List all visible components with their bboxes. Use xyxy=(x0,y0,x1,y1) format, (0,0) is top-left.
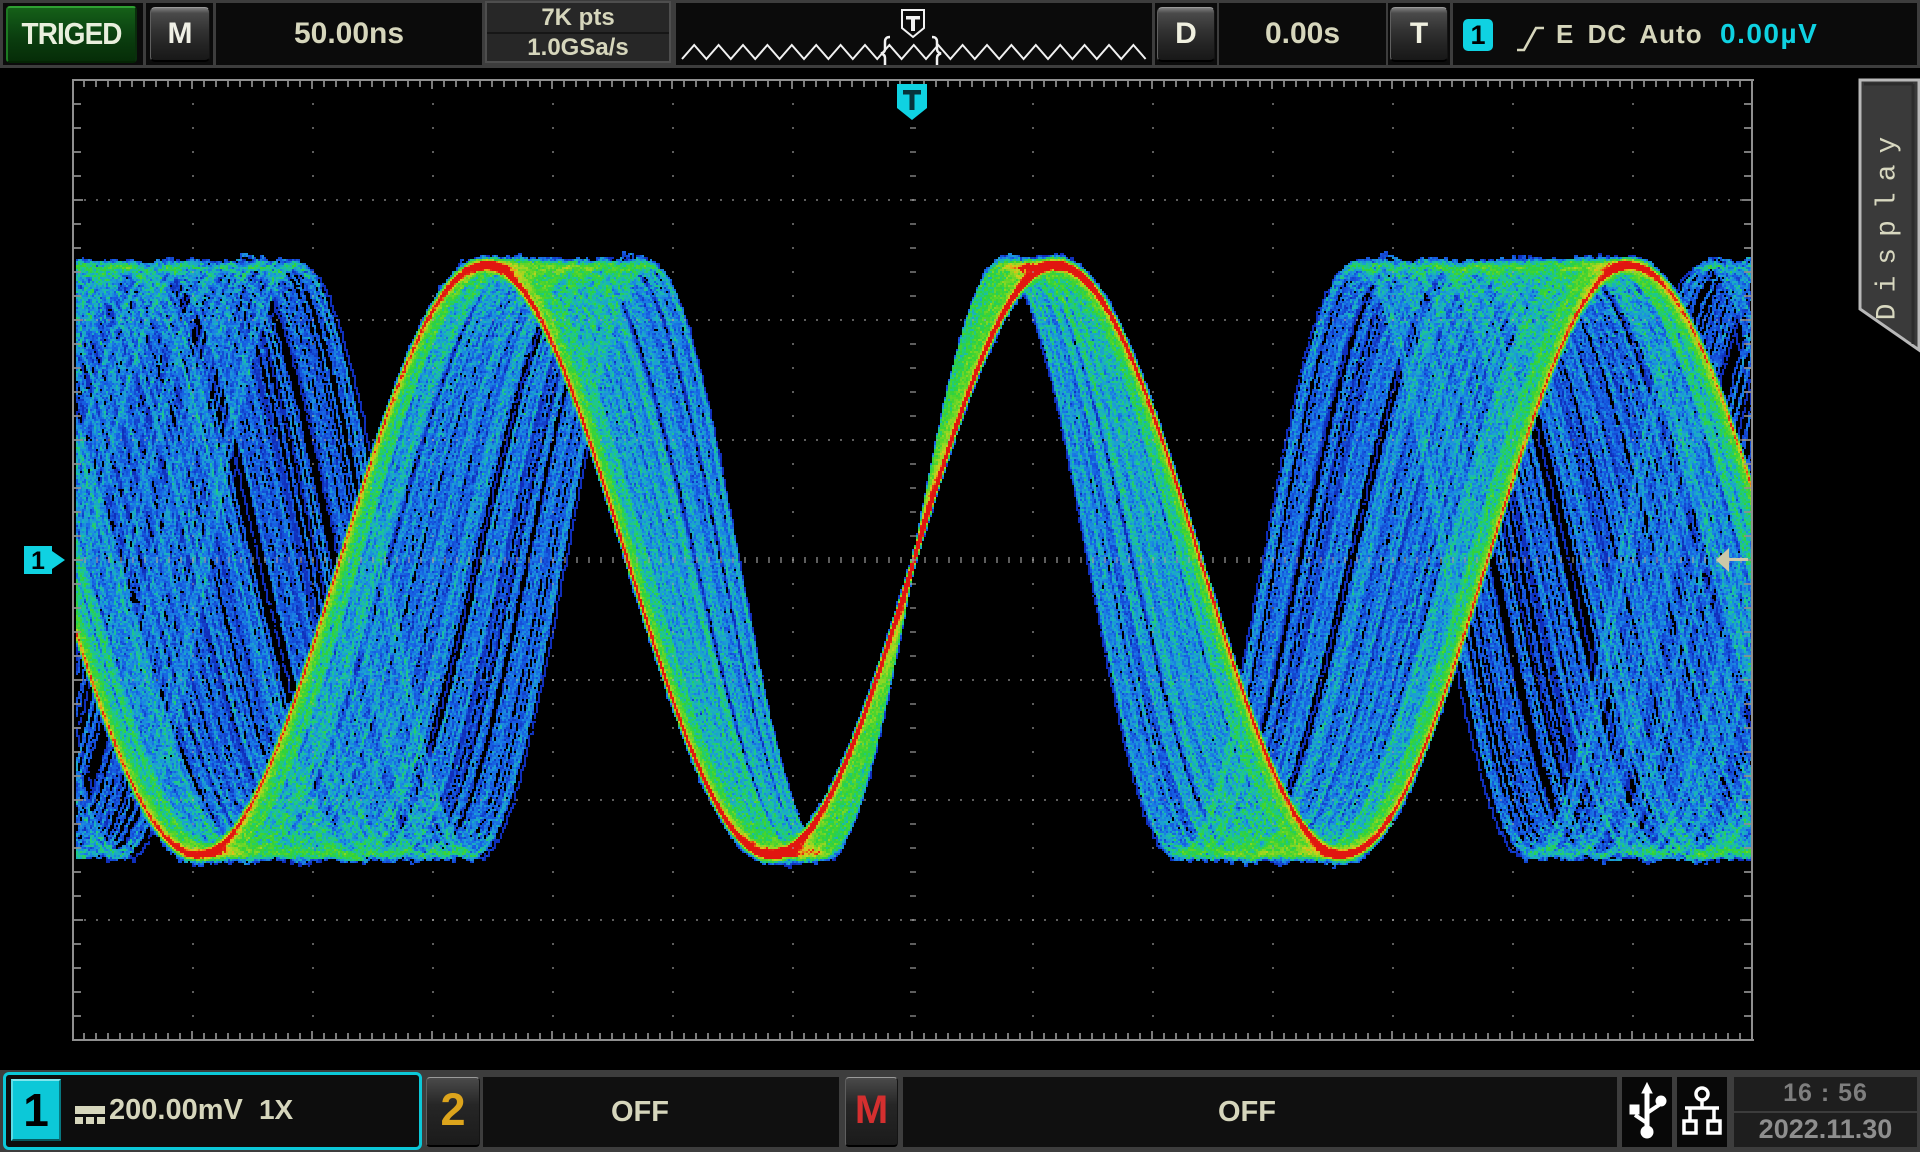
svg-text:1: 1 xyxy=(31,547,45,575)
